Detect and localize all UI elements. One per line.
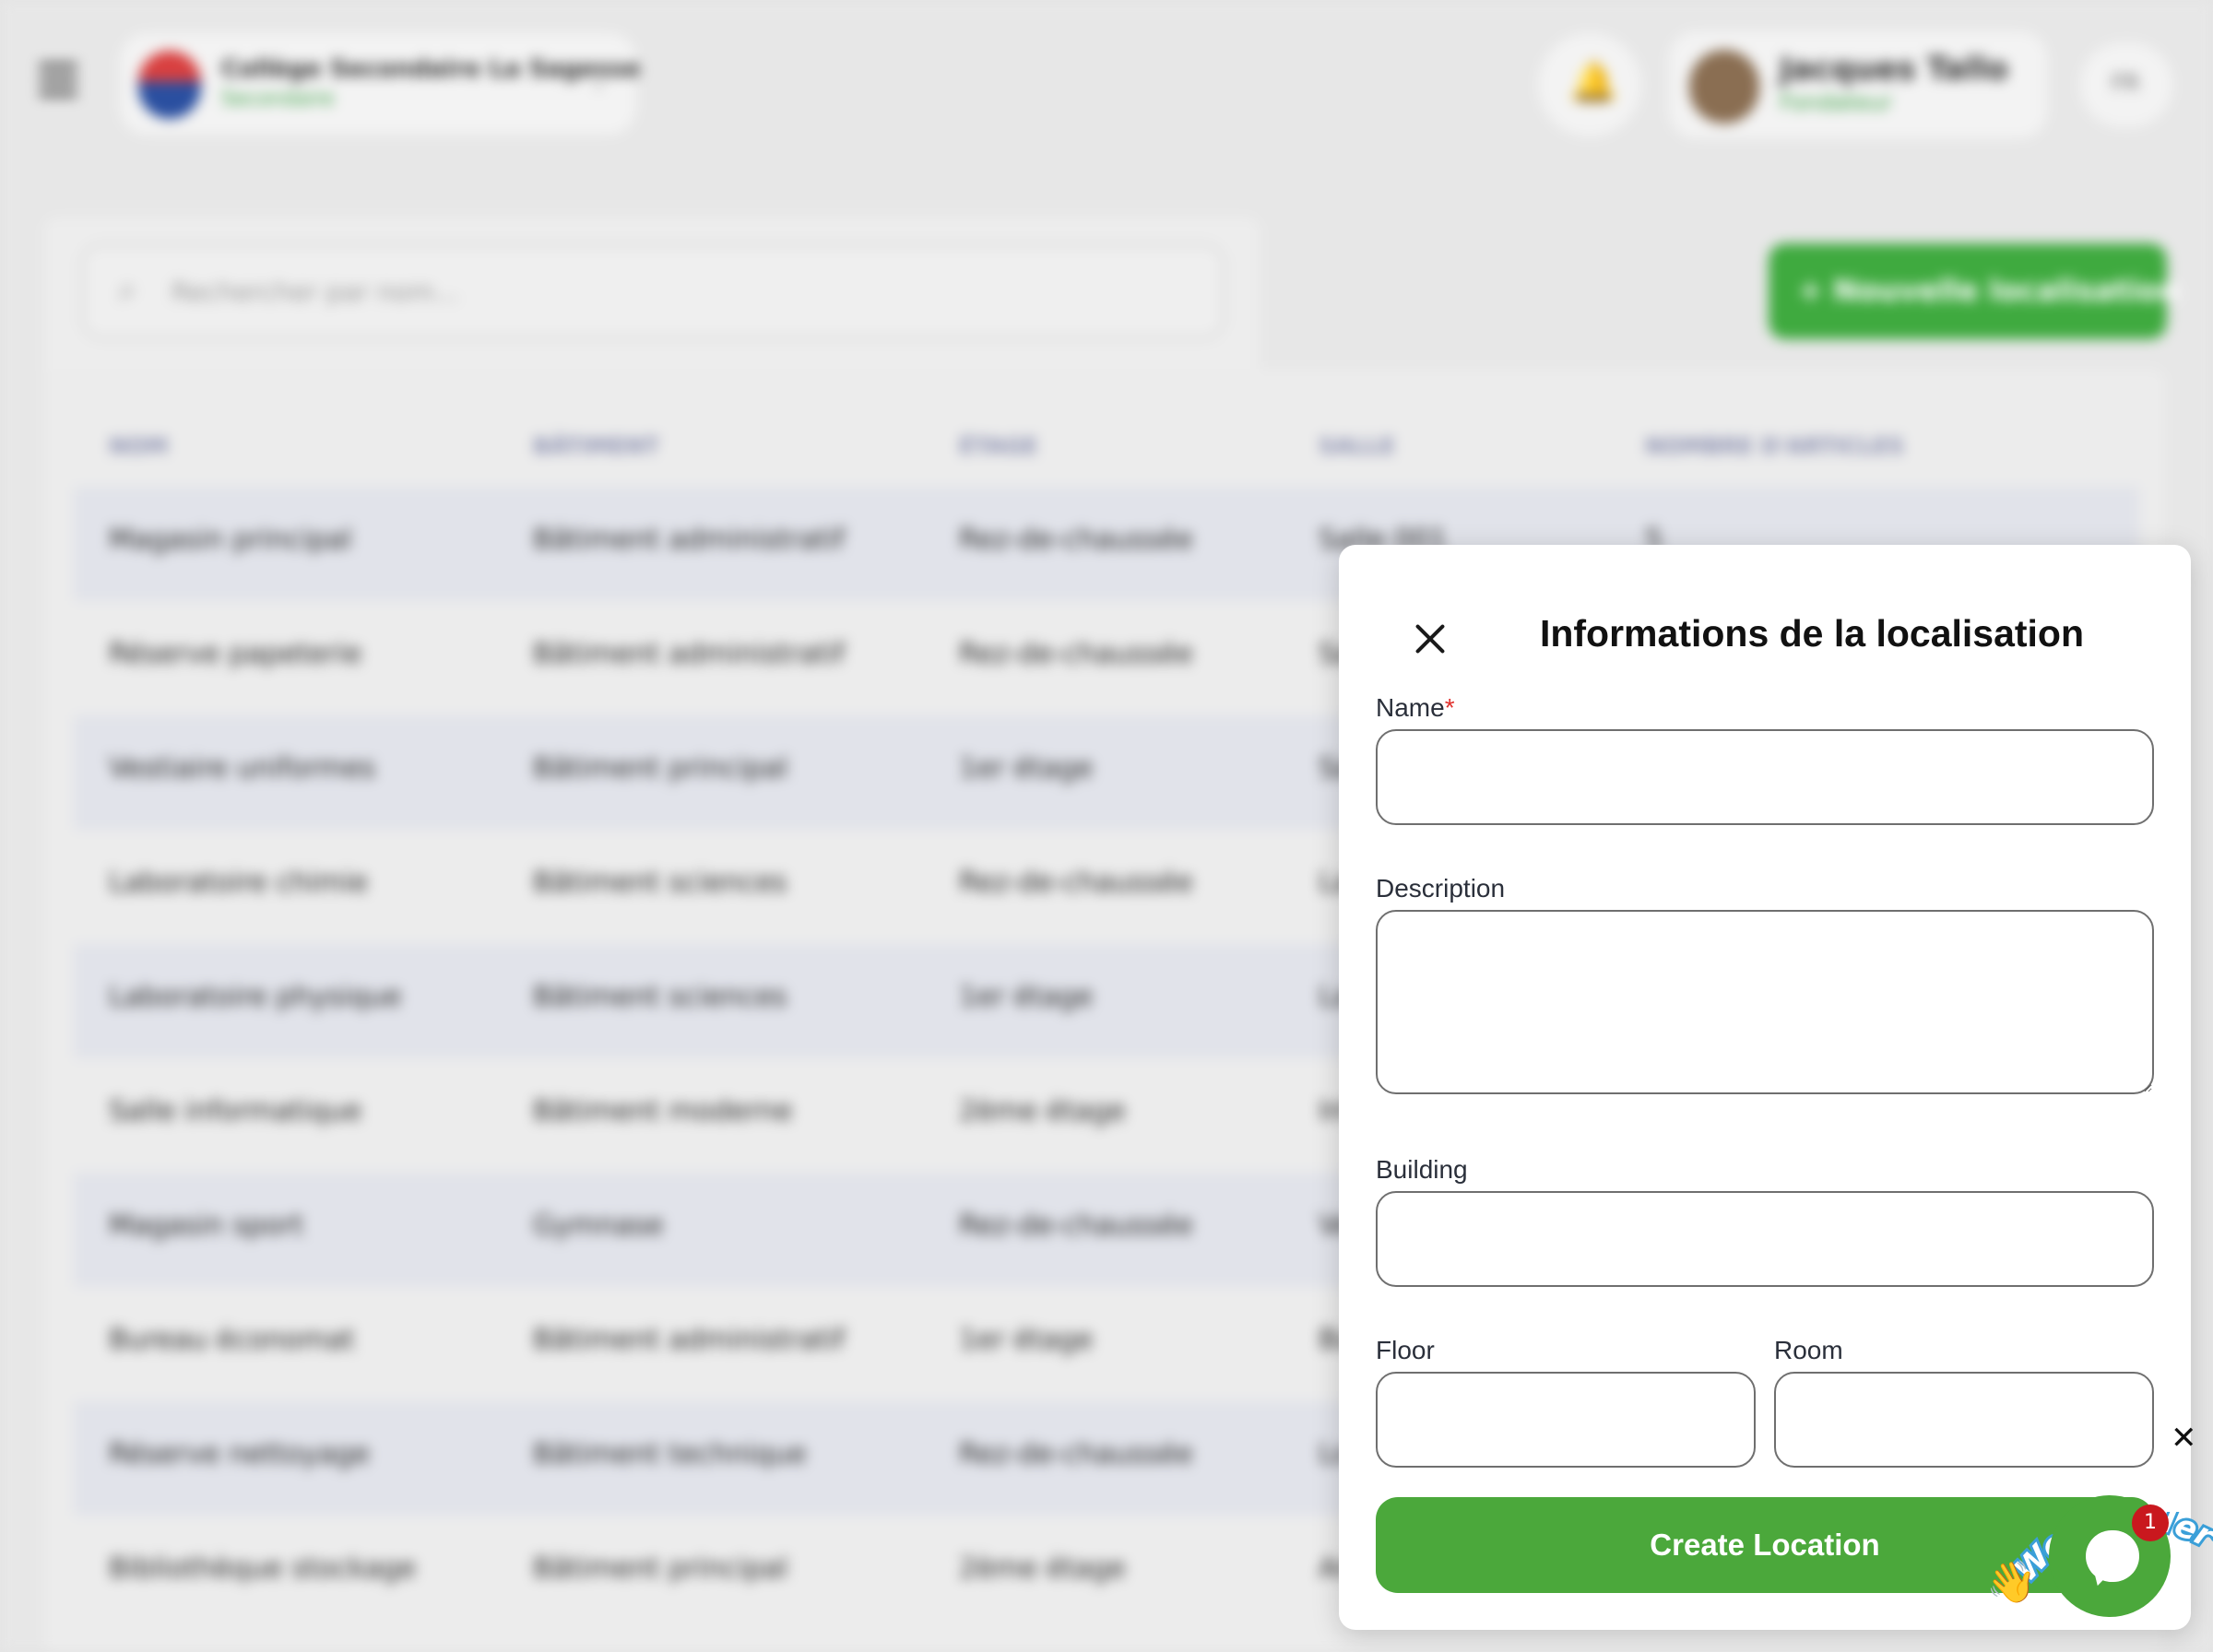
cell-floor: 1er étage [959,981,1094,1013]
building-field[interactable] [1376,1191,2154,1287]
cell-floor: Rez-de-chaussée [959,524,1193,556]
description-label: Description [1376,874,1506,903]
bell-icon: 🔔 [1569,59,1618,104]
waving-hand-icon: 👋 [1986,1559,2037,1606]
cell-building: Bâtiment sciences [533,867,787,899]
column-header-room[interactable]: SALLE [1319,433,1395,459]
required-mark: * [1444,693,1455,722]
user-name: Jacques Tallo [1780,51,2008,88]
hamburger-menu-icon[interactable] [39,63,77,101]
cell-building: Bâtiment sciences [533,981,787,1013]
cell-name: Magasin sport [109,1210,304,1242]
cell-floor: 1er étage [959,752,1094,785]
name-field[interactable] [1376,729,2154,825]
chevron-down-icon: ⌄ [590,72,608,95]
chat-close-icon[interactable]: ✕ [2171,1420,2197,1457]
cell-building: Bâtiment moderne [533,1095,793,1127]
cell-name: Réserve papeterie [109,638,362,670]
cell-floor: 2ème étage [959,1095,1126,1127]
modal-title: Informations de la localisation [1539,612,2085,655]
column-header-name[interactable]: NOM [109,433,168,459]
column-header-floor[interactable]: ÉTAGE [959,433,1038,459]
cell-floor: Rez-de-chaussée [959,638,1193,670]
cell-floor: 1er étage [959,1324,1094,1356]
building-label: Building [1376,1155,1468,1184]
column-header-building[interactable]: BÂTIMENT [533,433,659,459]
close-icon[interactable] [1411,620,1450,658]
room-field[interactable] [1774,1372,2154,1468]
cell-building: Bâtiment administratif [533,1324,846,1356]
cell-name: Laboratoire physique [109,981,402,1013]
cell-name: Salle informatique [109,1095,362,1127]
cell-name: Magasin principal [109,524,352,556]
cell-building: Bâtiment administratif [533,638,846,670]
avatar [1689,50,1759,124]
chat-unread-badge: 1 [2132,1504,2169,1541]
cell-floor: 2ème étage [959,1552,1126,1585]
cell-building: Gymnase [533,1210,664,1242]
new-location-label: + Nouvelle localisation [1798,273,2180,308]
cell-building: Bâtiment technique [533,1438,807,1470]
cell-name: Bureau économat [109,1324,355,1356]
cell-name: Laboratoire chimie [109,867,369,899]
name-label: Name* [1376,693,1455,723]
top-bar: Collège Secondaire La Sagesse Secondaire… [0,0,2213,175]
school-logo [138,51,201,119]
cell-floor: Rez-de-chaussée [959,1438,1193,1470]
description-field[interactable] [1376,910,2154,1094]
column-header-item-count[interactable]: NOMBRE D'ARTICLES [1645,433,1904,459]
search-icon: ⌕ [118,271,137,309]
cell-name: Vestiaire uniformes [109,752,376,785]
cell-name: Bibliothèque stockage [109,1552,417,1585]
floor-field[interactable] [1376,1372,1756,1468]
name-label-text: Name [1376,693,1445,722]
cell-building: Bâtiment principal [533,752,788,785]
school-name: Collège Secondaire La Sagesse [221,55,641,83]
cell-name: Réserve nettoyage [109,1438,371,1470]
cell-floor: Rez-de-chaussée [959,867,1193,899]
search-placeholder: Rechercher par nom... [172,277,459,307]
cell-building: Bâtiment administratif [533,524,846,556]
floor-label: Floor [1376,1336,1435,1364]
language-code: FR [2112,70,2140,96]
school-role: Secondaire [221,88,335,111]
cell-building: Bâtiment principal [533,1552,788,1585]
room-label: Room [1774,1336,1843,1364]
user-role: Fondateur [1780,89,1893,115]
cell-floor: Rez-de-chaussée [959,1210,1193,1242]
